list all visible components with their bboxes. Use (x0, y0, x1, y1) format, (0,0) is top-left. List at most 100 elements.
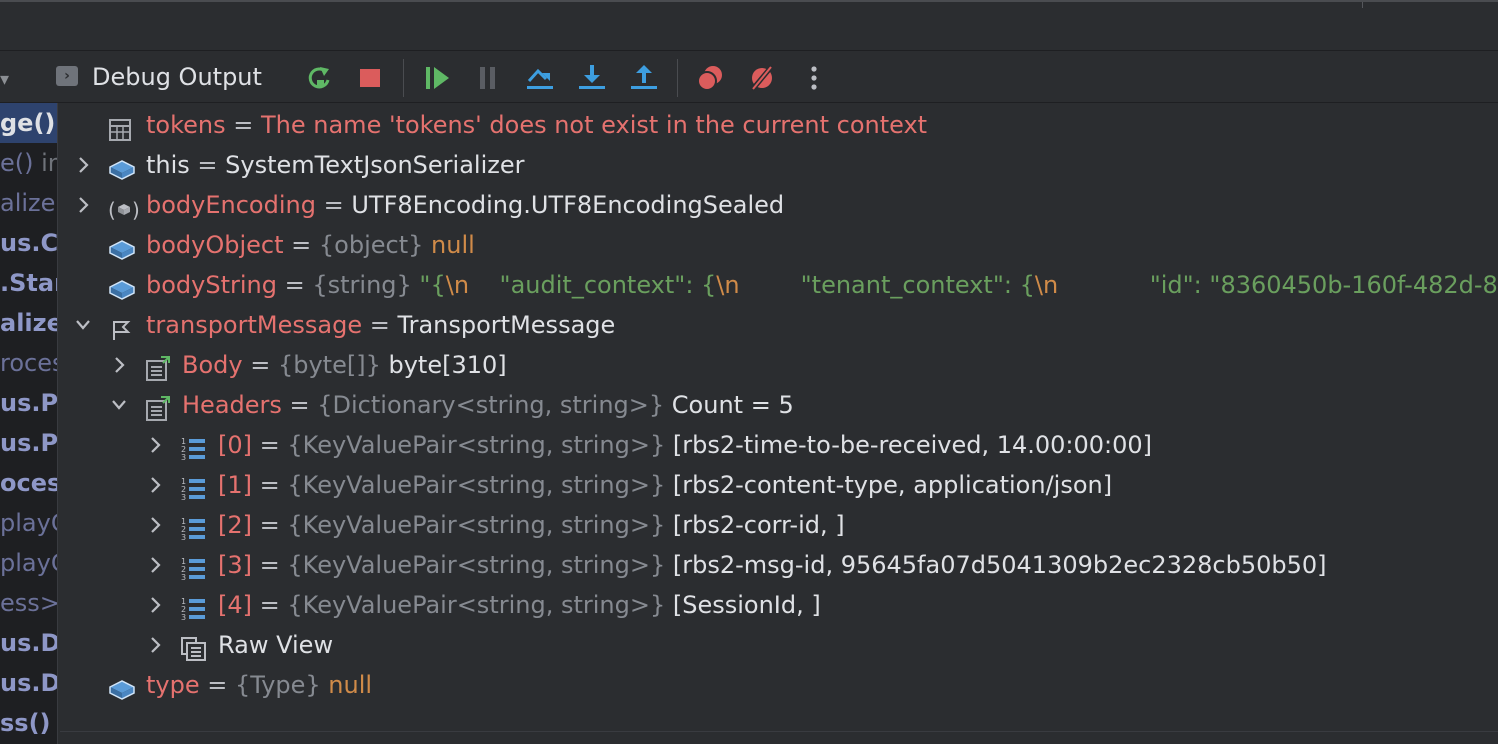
variable-name: Headers (182, 391, 282, 419)
stack-frame-label: us.Pi (0, 429, 58, 457)
stack-frame-label: ocess (0, 469, 57, 497)
stop-icon[interactable] (353, 62, 387, 94)
stack-frame-label: us.Co (0, 229, 58, 257)
variable-name: transportMessage (146, 311, 363, 339)
svg-text:3: 3 (181, 533, 186, 542)
toolbar-separator (677, 59, 678, 97)
variable-row[interactable]: 1 2 3 [2] = {KeyValuePair<string, string>} … (60, 505, 1498, 545)
variable-value: SystemTextJsonSerializer (225, 151, 525, 179)
variable-text: bodyEncoding = UTF8Encoding.UTF8Encoding… (146, 185, 784, 225)
object-icon (108, 154, 136, 180)
stack-frame[interactable]: roces (0, 343, 57, 383)
chevron-right-icon[interactable] (74, 185, 92, 225)
chevron-right-icon[interactable] (146, 545, 164, 585)
stack-frame[interactable]: ess>c (0, 583, 57, 623)
variable-value: TransportMessage (397, 311, 616, 339)
object-icon (108, 674, 136, 700)
ordered-list-icon: 123 (180, 594, 208, 622)
equals-sign: = (252, 511, 288, 539)
equals-sign: = (252, 551, 288, 579)
variable-row[interactable]: type = {Type} null (60, 665, 1498, 705)
stack-frame[interactable]: e() in (0, 143, 57, 183)
stack-frame[interactable]: .Star (0, 263, 57, 303)
step-into-icon[interactable] (575, 62, 609, 94)
variable-row[interactable]: transportMessage = TransportMessage (60, 305, 1498, 345)
stack-frame[interactable]: ss() i (0, 703, 57, 743)
variable-text: this = SystemTextJsonSerializer (146, 145, 525, 185)
variable-type: {Dictionary<string, string>} (317, 391, 672, 419)
chevron-down-icon[interactable]: ▾ (0, 69, 9, 90)
variable-row[interactable]: Body = {byte[]} byte[310] (60, 345, 1498, 385)
svg-text:3: 3 (181, 573, 186, 582)
step-out-icon[interactable] (627, 62, 661, 94)
stack-frame[interactable]: playC (0, 543, 57, 583)
stack-frame-suffix: in (41, 149, 57, 177)
variable-name: tokens (146, 111, 226, 139)
svg-text:3: 3 (181, 493, 186, 502)
variable-row[interactable]: Raw View (60, 625, 1498, 665)
chevron-down-icon[interactable] (110, 385, 128, 425)
toolbar-separator (403, 59, 404, 97)
chevron-right-icon[interactable] (146, 585, 164, 625)
variable-type: {string} (312, 271, 420, 299)
more-icon[interactable] (797, 62, 831, 94)
stack-frame[interactable]: us.Da (0, 623, 57, 663)
variable-row[interactable]: 1 2 3 [1] = {KeyValuePair<string, string>} … (60, 465, 1498, 505)
tab-debug-output[interactable]: Debug Output (92, 63, 262, 91)
variable-value: null (328, 671, 373, 699)
variable-row[interactable]: () bodyEncoding = UTF8Encoding.UTF8Encodi… (60, 185, 1498, 225)
chevron-right-icon[interactable] (146, 505, 164, 545)
stack-frame[interactable]: us.Pi (0, 423, 57, 463)
stack-frame[interactable]: alize( (0, 303, 57, 343)
variable-type: {KeyValuePair<string, string>} (287, 471, 673, 499)
chevron-right-icon[interactable] (146, 625, 164, 665)
equals-sign: = (199, 671, 235, 699)
chevron-right-icon[interactable] (110, 345, 128, 385)
chevron-right-icon[interactable] (146, 465, 164, 505)
variable-name: Raw View (218, 631, 334, 659)
stack-frame[interactable]: playC (0, 503, 57, 543)
variable-text: type = {Type} null (146, 665, 372, 705)
equals-sign: = (225, 111, 261, 139)
property-icon: () (108, 194, 140, 222)
pause-icon[interactable] (471, 62, 505, 94)
variable-value: [rbs2-content-type, application/json] (672, 471, 1113, 499)
variable-row[interactable]: Headers = {Dictionary<string, string>} C… (60, 385, 1498, 425)
variable-type: {KeyValuePair<string, string>} (287, 551, 673, 579)
step-over-icon[interactable] (523, 62, 557, 94)
stack-frame-label: playC (0, 549, 57, 577)
chevron-right-icon[interactable] (146, 425, 164, 465)
stack-frame-label: us.Pi (0, 389, 58, 417)
variable-text: [1] = {KeyValuePair<string, string>} [rb… (218, 465, 1112, 505)
variable-row[interactable]: bodyString = {string} "{\n "audit_contex… (60, 265, 1498, 305)
variable-row[interactable]: 1 2 3 [3] = {KeyValuePair<string, string>} … (60, 545, 1498, 585)
variable-row[interactable]: bodyObject = {object} null (60, 225, 1498, 265)
equals-sign: = (315, 191, 352, 219)
stack-frame[interactable]: us.Da (0, 663, 57, 703)
mute-breakpoints-icon[interactable] (745, 62, 779, 94)
variable-row[interactable]: this = SystemTextJsonSerializer (60, 145, 1498, 185)
variable-name: bodyObject (146, 231, 284, 259)
stack-frame[interactable]: ge() i (0, 103, 57, 143)
variable-value: [rbs2-corr-id, ] (672, 511, 845, 539)
stack-frame[interactable]: ocess (0, 463, 57, 503)
view-breakpoints-icon[interactable] (693, 62, 727, 94)
ordered-list-icon: 123 (180, 474, 208, 502)
svg-text:(: ( (108, 198, 116, 222)
variable-row[interactable]: 1 2 3 [0] = {KeyValuePair<string, string>} … (60, 425, 1498, 465)
variable-text: [2] = {KeyValuePair<string, string>} [rb… (218, 505, 845, 545)
variable-row[interactable]: 1 2 3 [4] = {KeyValuePair<string, string>} … (60, 585, 1498, 625)
variable-type: {byte[]} (277, 351, 389, 379)
chevron-down-icon[interactable] (74, 305, 92, 345)
chevron-right-icon[interactable] (74, 145, 92, 185)
variable-text: tokens = The name 'tokens' does not exis… (146, 105, 927, 145)
rerun-icon[interactable] (302, 62, 336, 94)
string-segment: "tenant_context": { (739, 271, 1035, 299)
string-segment: "id": "8360450b-160f-482d-86 (1058, 271, 1498, 299)
stack-frame[interactable]: alize (0, 183, 57, 223)
stack-frame[interactable]: us.Pi (0, 383, 57, 423)
variable-row[interactable]: tokens = The name 'tokens' does not exis… (60, 105, 1498, 145)
resume-icon[interactable] (420, 62, 454, 94)
stack-frame[interactable]: us.Co (0, 223, 57, 263)
variable-name: this (146, 151, 190, 179)
